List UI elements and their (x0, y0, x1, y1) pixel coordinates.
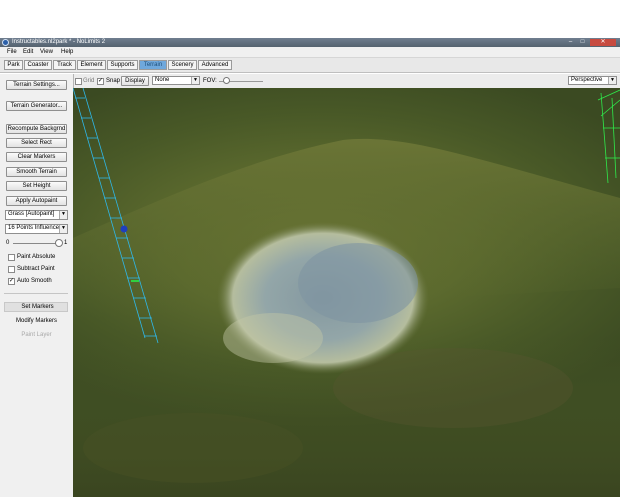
tab-track[interactable]: Track (53, 60, 76, 70)
chevron-down-icon: ▼ (59, 211, 67, 219)
terrain-generator-button[interactable]: Terrain Generator... (6, 101, 67, 111)
title-bar: Instructables.nl2park * - NoLimits 2 – □… (0, 38, 620, 47)
menu-file[interactable]: File (7, 49, 17, 55)
view-mode-select[interactable]: Perspective ▼ (568, 76, 617, 85)
display-select-value: None (155, 77, 170, 83)
influence-value: 16 Points Influence (8, 225, 60, 231)
tab-scenery[interactable]: Scenery (168, 60, 197, 70)
paint-absolute-checkbox[interactable] (8, 254, 15, 261)
grid-label: Grid (83, 78, 95, 84)
smooth-terrain-button[interactable]: Smooth Terrain (6, 167, 67, 177)
subtract-paint-checkbox[interactable] (8, 266, 15, 273)
subtract-paint-label: Subtract Paint (17, 266, 55, 272)
water-surface (298, 243, 418, 323)
slider-min-label: 0 (6, 240, 10, 246)
snap-checkbox[interactable]: ✓ (97, 78, 104, 85)
apply-autopaint-button[interactable]: Apply Autopaint (6, 196, 67, 206)
fov-label: FOV: (203, 78, 217, 84)
menu-view[interactable]: View (40, 49, 53, 55)
paint-layer-select[interactable]: Grass [Autopaint] ▼ (5, 210, 68, 220)
terrain-patch (83, 413, 303, 483)
set-markers-mode[interactable]: Set Markers (4, 302, 68, 312)
terrain-3d-viewport[interactable] (73, 88, 620, 497)
menu-edit[interactable]: Edit (23, 49, 33, 55)
water-foam (223, 313, 323, 363)
snap-label: Snap (106, 78, 121, 84)
menu-help[interactable]: Help (61, 49, 73, 55)
recompute-background-button[interactable]: Recompute Backgrnd (6, 124, 67, 134)
viewport-toolbar: Grid ✓ Snap Display None ▼ FOV: Perspect… (73, 74, 620, 89)
set-height-button[interactable]: Set Height (6, 181, 67, 191)
paint-layer-value: Grass [Autopaint] (8, 211, 55, 217)
display-select[interactable]: None ▼ (152, 76, 200, 85)
auto-smooth-label: Auto Smooth (17, 278, 52, 284)
marker-handle[interactable] (120, 225, 128, 233)
strength-slider-track[interactable] (13, 243, 61, 244)
sidebar-divider (4, 293, 68, 294)
influence-select[interactable]: 16 Points Influence ▼ (5, 224, 68, 234)
chevron-down-icon: ▼ (191, 77, 199, 84)
terrain-sidebar: Terrain Settings... Terrain Generator...… (0, 74, 74, 497)
terrain-grid-right (597, 89, 620, 184)
tab-terrain[interactable]: Terrain (139, 60, 167, 70)
auto-smooth-checkbox[interactable]: ✓ (8, 278, 15, 285)
tab-element[interactable]: Element (77, 60, 106, 70)
paint-absolute-label: Paint Absolute (17, 254, 56, 260)
tab-supports[interactable]: Supports (107, 60, 138, 70)
tab-coaster[interactable]: Coaster (24, 60, 52, 70)
set-markers-label: Set Markers (21, 304, 54, 310)
minimize-icon[interactable]: – (566, 39, 575, 46)
slider-max-label: 1 (64, 240, 68, 246)
select-rect-button[interactable]: Select Rect (6, 138, 67, 148)
display-button[interactable]: Display (121, 76, 149, 86)
window-title: Instructables.nl2park * - NoLimits 2 (12, 39, 106, 45)
tab-advanced[interactable]: Advanced (198, 60, 232, 70)
strength-slider-handle[interactable] (55, 239, 63, 247)
paint-layer-mode[interactable]: Paint Layer (0, 332, 73, 338)
clear-markers-button[interactable]: Clear Markers (6, 152, 67, 162)
menu-bar: File Edit View Help (0, 47, 620, 58)
app-icon (2, 39, 9, 46)
close-icon[interactable]: ✕ (590, 39, 616, 46)
maximize-icon[interactable]: □ (578, 39, 587, 46)
modify-markers-mode[interactable]: Modify Markers (0, 318, 73, 324)
terrain-settings-button[interactable]: Terrain Settings... (6, 80, 67, 90)
view-mode-value: Perspective (571, 77, 603, 83)
mode-tab-bar: Park Coaster Track Element Supports Terr… (0, 58, 620, 73)
fov-slider-handle[interactable] (223, 77, 230, 84)
chevron-down-icon: ▼ (59, 225, 67, 233)
chevron-down-icon: ▼ (608, 77, 616, 84)
terrain-scene (73, 88, 620, 497)
tab-park[interactable]: Park (4, 60, 23, 70)
grid-checkbox[interactable] (75, 78, 82, 85)
